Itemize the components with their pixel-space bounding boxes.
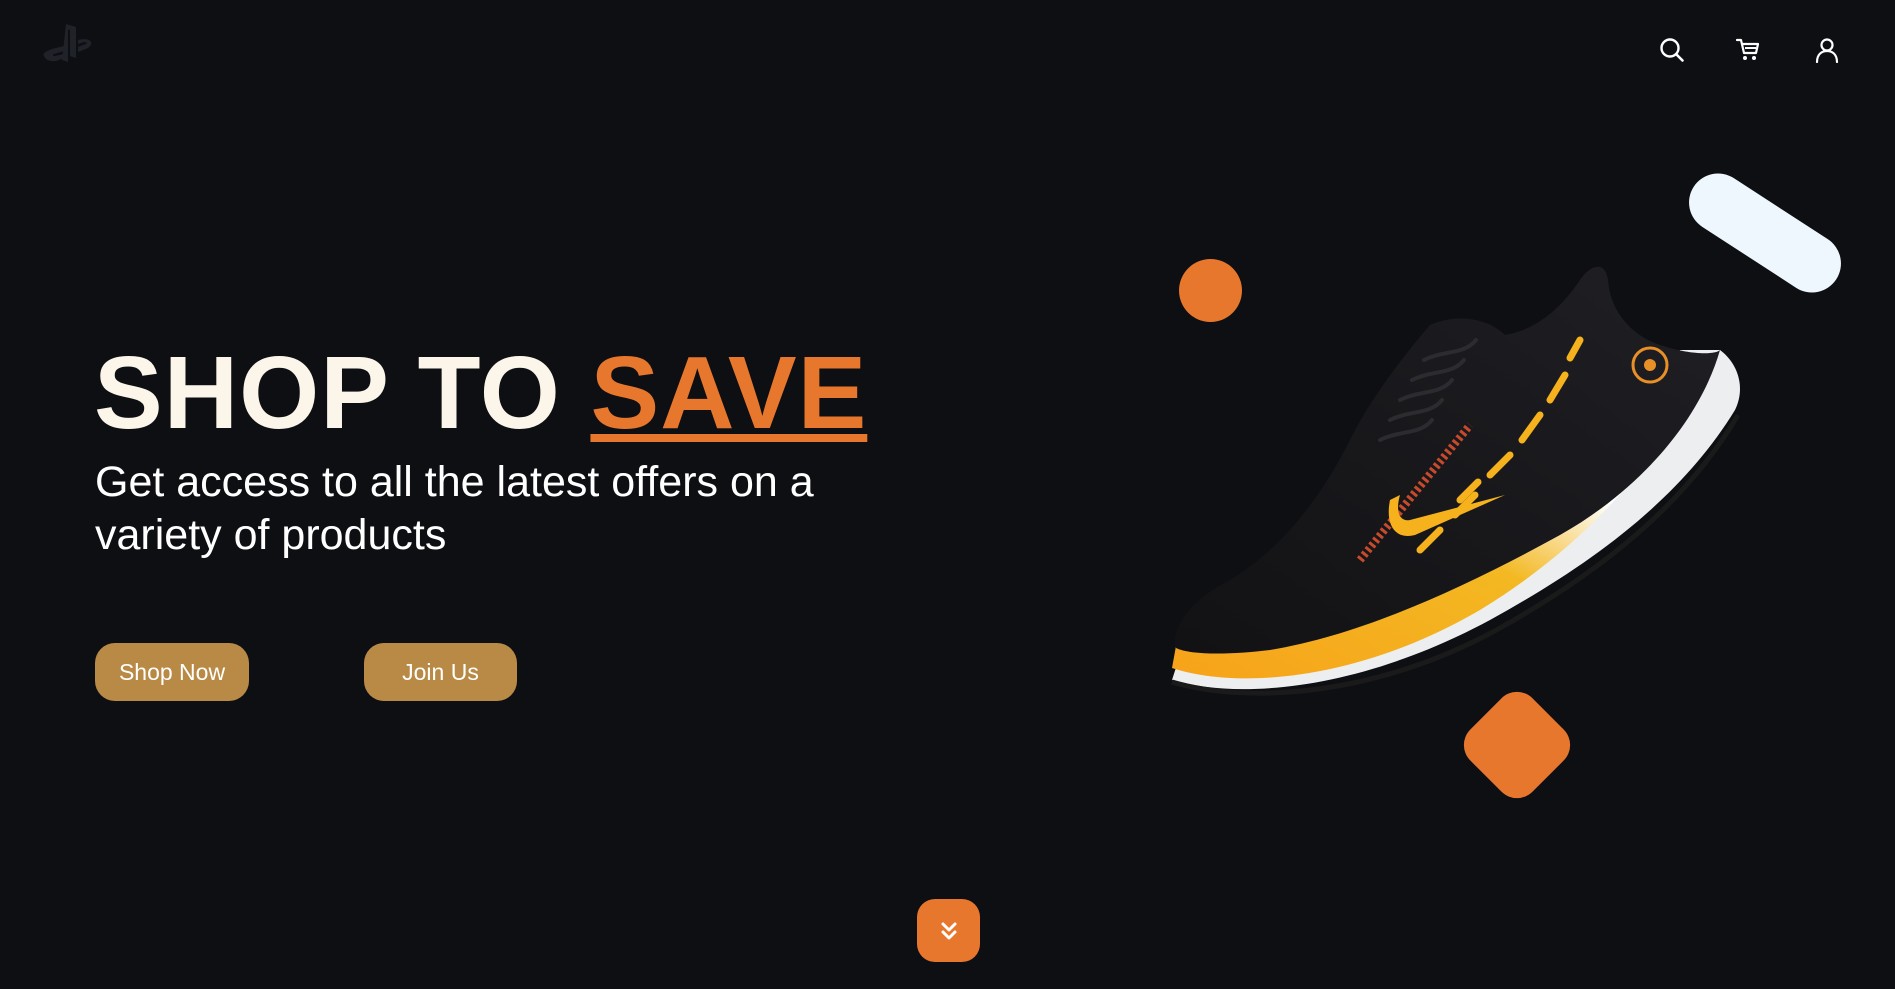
user-icon xyxy=(1815,38,1839,63)
cart-button[interactable] xyxy=(1728,30,1768,70)
hero-title-main: SHOP TO xyxy=(94,335,591,450)
chevron-double-down-icon xyxy=(941,922,956,939)
shop-now-button[interactable]: Shop Now xyxy=(95,643,249,701)
join-us-button[interactable]: Join Us xyxy=(364,643,517,701)
cart-icon xyxy=(1735,38,1760,60)
scroll-down-button[interactable] xyxy=(917,899,980,962)
hero-title: SHOP TO SAVE xyxy=(94,338,867,448)
search-button[interactable] xyxy=(1652,30,1692,70)
header-actions xyxy=(0,30,1895,70)
running-shoe-image xyxy=(1171,266,1741,696)
hero-subtitle: Get access to all the latest offers on a… xyxy=(95,458,814,559)
user-account-button[interactable] xyxy=(1807,30,1847,70)
search-icon xyxy=(1660,38,1684,62)
hero-title-accent: SAVE xyxy=(590,335,868,450)
landing-page: SHOP TO SAVE Get access to all the lates… xyxy=(0,0,1895,989)
